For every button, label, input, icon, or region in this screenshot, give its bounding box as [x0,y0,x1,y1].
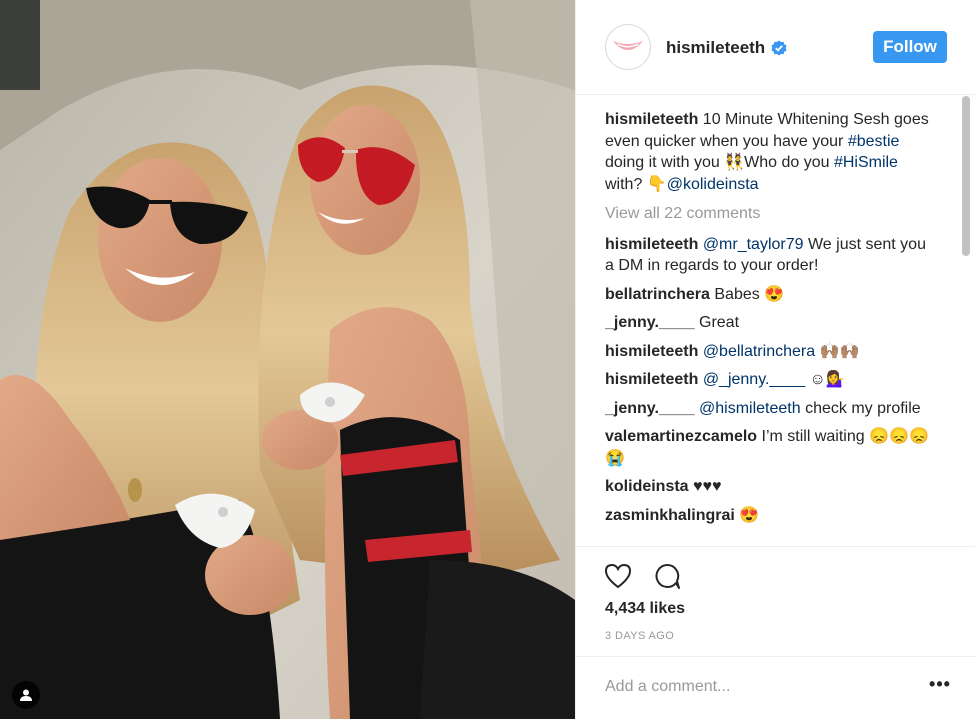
smile-logo-icon[interactable] [605,24,651,70]
comment-username[interactable]: _jenny.____ [605,400,695,417]
view-all-comments-link[interactable]: View all 22 comments [605,203,935,225]
comment-username[interactable]: _jenny.____ [605,314,695,331]
add-comment-bar: ••• [576,656,975,719]
follow-button[interactable]: Follow [873,31,947,63]
comment-bubble-icon[interactable] [652,561,682,591]
user-tag-icon[interactable] [12,681,40,709]
post-actions: 4,434 likes 3 DAYS AGO [576,546,975,656]
header-username-text[interactable]: hismileteeth [666,38,765,58]
caption-username[interactable]: hismileteeth [605,111,698,128]
comment-item: _jenny.____ @hismileteeth check my profi… [605,398,935,420]
comment-mention[interactable]: @bellatrinchera [703,343,815,360]
comment-username[interactable]: hismileteeth [605,343,698,360]
comment-text: ♥♥♥ [688,478,722,495]
header-username[interactable]: hismileteeth [666,38,787,58]
comment-username[interactable]: hismileteeth [605,236,698,253]
comment-text: 😍 [734,506,760,524]
heart-icon[interactable] [603,561,633,591]
caption: hismileteeth 10 Minute Whitening Sesh go… [605,109,935,195]
caption-text-2: doing it with you 👯Who do you [605,154,834,171]
comment-item: hismileteeth @bellatrinchera 🙌🏽🙌🏽 [605,341,935,363]
add-comment-input[interactable] [605,674,905,700]
comment-mention[interactable]: @_jenny.____ [703,371,805,388]
comment-item: bellatrinchera Babes 😍 [605,284,935,306]
comment-mention[interactable]: @hismileteeth [699,400,801,417]
photo-illustration [0,0,575,719]
likes-count[interactable]: 4,434 likes [605,600,685,618]
post-side-panel: hismileteeth Follow hismileteeth 10 Minu… [575,0,975,719]
hashtag-bestie[interactable]: #bestie [848,133,900,150]
verified-badge-icon [771,40,787,56]
scrollbar-thumb[interactable] [962,96,970,256]
caption-mention[interactable]: @kolideinsta [667,176,759,193]
comment-username[interactable]: valemartinezcamelo [605,428,757,445]
caption-text-3: with? 👇 [605,175,667,193]
comment-text: Babes 😍 [709,285,785,303]
post-photo[interactable] [0,0,575,719]
comment-username[interactable]: zasminkhalingrai [605,507,735,524]
comment-text: Great [694,314,740,331]
comment-username[interactable]: bellatrinchera [605,286,710,303]
comment-item: hismileteeth @mr_taylor79 We just sent y… [605,234,935,277]
post-date: 3 DAYS AGO [605,630,675,642]
hashtag-hismile[interactable]: #HiSmile [834,154,898,171]
comment-item: kolideinsta ♥♥♥ [605,476,935,498]
comment-item: hismileteeth @_jenny.____ ☺💁‍♀️ [605,369,935,391]
comment-item: valemartinezcamelo I’m still waiting 😞😞😞… [605,426,935,469]
comments-scrollbar[interactable] [960,96,972,546]
comments-list[interactable]: hismileteeth 10 Minute Whitening Sesh go… [605,109,935,545]
comment-text: check my profile [800,399,921,417]
comment-username[interactable]: hismileteeth [605,371,698,388]
comment-item: _jenny.____ Great [605,312,935,334]
more-options-icon[interactable]: ••• [928,675,952,695]
comment-text: ☺💁‍♀️ [805,371,846,388]
comment-mention[interactable]: @mr_taylor79 [703,236,804,253]
comment-username[interactable]: kolideinsta [605,478,689,495]
comment-item: zasminkhalingrai 😍 [605,505,935,527]
post-header: hismileteeth Follow [576,0,975,95]
comment-text: 🙌🏽🙌🏽 [815,342,860,360]
